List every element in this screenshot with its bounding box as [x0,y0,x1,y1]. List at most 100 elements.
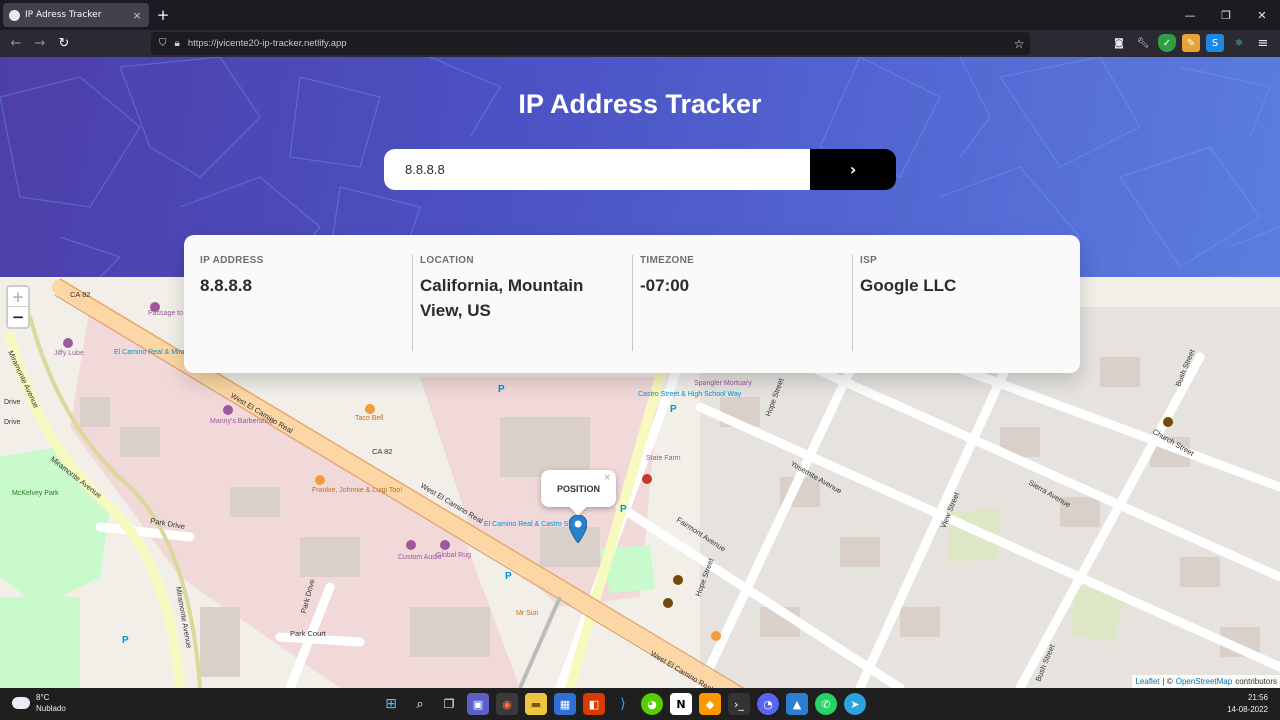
location-value: California, Mountain View, US [420,276,584,320]
shield-icon[interactable]: ⛉ [159,38,167,49]
wrench-icon[interactable]: 🔧︎ [1134,34,1152,52]
map-poi-label: State Farm [646,455,681,462]
url-bar[interactable]: ⛉ 🔒︎ https://jvicente20-ip-tracker.netli… [151,32,1030,55]
whatsapp-icon[interactable]: ✆ [815,693,837,715]
leaflet-link[interactable]: Leaflet [1135,677,1159,686]
svg-text:P: P [670,404,677,415]
map-street-label: Drive [4,399,20,406]
popup-close-icon[interactable]: × [603,473,611,483]
popup-text: POSITION [556,483,600,494]
store-icon[interactable]: ▦ [554,693,576,715]
new-tab-button[interactable]: + [155,6,171,24]
url-text[interactable]: https://jvicente20-ip-tracker.netlify.ap… [188,38,1008,49]
pocket-icon[interactable]: ◙ [1110,34,1128,52]
back-button[interactable]: ← [6,34,26,54]
map-poi-label: Global Rug [436,552,471,559]
map-street-label: Drive [4,419,20,426]
firefox-icon[interactable]: ◉ [496,693,518,715]
map-poi-label: McKelvey Park [12,490,59,497]
isp-section: ISP Google LLC [844,255,1064,373]
zoom-in-button[interactable]: + [8,287,28,307]
osm-link[interactable]: OpenStreetMap [1176,677,1232,686]
isp-value: Google LLC [860,276,957,295]
map-poi-label: Castro Street & High School Way [638,391,742,398]
svg-text:P: P [620,504,627,515]
ip-info-card: IP ADDRESS 8.8.8.8 LOCATION California, … [184,235,1080,373]
browser-nav-bar: ← → ↻ ⛉ 🔒︎ https://jvicente20-ip-tracker… [0,30,1280,57]
attribution-separator: | © [1162,677,1173,686]
windows-start-icon[interactable]: ⊞ [380,693,402,715]
location-label: LOCATION [420,255,474,266]
timezone-value: -07:00 [640,276,690,295]
weather-temp: 8°C [36,693,50,702]
duolingo-icon[interactable]: ◕ [641,693,663,715]
weather-widget[interactable]: 8°C Nublado [12,692,66,714]
svg-text:P: P [122,635,129,646]
ip-address-section: IP ADDRESS 8.8.8.8 [184,255,404,373]
minimize-button[interactable]: — [1172,0,1208,30]
sublime-icon[interactable]: ◆ [699,693,721,715]
map-poi-label: Frankie, Johnnie & Luigi Too! [312,487,402,494]
svg-text:P: P [505,571,512,582]
toolbar-extensions: ◙ 🔧︎ ✓ ✎ S ⚛ ≡ [1110,34,1272,52]
react-icon[interactable]: ⚛ [1230,34,1248,52]
notion-icon[interactable]: N [670,693,692,715]
browser-tab-bar: IP Adress Tracker × + — ❐ ✕ [0,0,1280,30]
close-window-button[interactable]: ✕ [1244,0,1280,30]
clock-time: 21:56 [1247,693,1268,702]
task-view-icon[interactable]: ❐ [438,693,460,715]
telegram-icon[interactable]: ➤ [844,693,866,715]
pencil-icon[interactable]: ✎ [1182,34,1200,52]
lock-icon[interactable]: 🔒︎ [175,38,180,49]
zoom-out-button[interactable]: − [8,307,28,327]
clock-date: 14-08-2022 [1227,705,1268,714]
map-poi-label: El Camino Real & Castro Street [484,521,582,528]
map-poi-label: Manny's Barbershop [210,418,274,425]
map-poi-label: Mr Sun [516,610,539,617]
taskbar-apps: ⊞ ⌕ ❐ ▣ ◉ ▬ ▦ ◧ ⟩ ◕ N ◆ ›_ ◔ ▲ ✆ ➤ [380,693,866,715]
s-extension-icon[interactable]: S [1206,34,1224,52]
photos-icon[interactable]: ▲ [786,693,808,715]
teams-icon[interactable]: ▣ [467,693,489,715]
terminal-icon[interactable]: ›_ [728,693,750,715]
map-poi-label: Taco Bell [355,415,384,422]
browser-tab[interactable]: IP Adress Tracker × [3,3,149,27]
timezone-label: TIMEZONE [640,255,695,266]
page-content: P P P P P West El Camino Real West El Ca… [0,57,1280,688]
tab-title: IP Adress Tracker [25,10,102,20]
ip-address-label: IP ADDRESS [200,255,264,266]
menu-icon[interactable]: ≡ [1254,34,1272,52]
explorer-icon[interactable]: ▬ [525,693,547,715]
map-pin-icon[interactable] [569,515,587,543]
discord-icon[interactable]: ◔ [757,693,779,715]
cloud-icon [12,697,30,709]
map-street-label: CA 82 [372,447,392,456]
map-zoom-control: + − [6,285,30,329]
system-clock[interactable]: 21:56 14-08-2022 [1227,692,1268,716]
tab-close-icon[interactable]: × [131,9,143,22]
map-street-label: Park Court [290,629,327,638]
timezone-section: TIMEZONE -07:00 [624,255,844,373]
reload-button[interactable]: ↻ [54,34,74,54]
forward-button[interactable]: → [30,34,50,54]
isp-label: ISP [860,255,878,266]
search-form: › [384,149,896,190]
windows-taskbar: 8°C Nublado ⊞ ⌕ ❐ ▣ ◉ ▬ ▦ ◧ ⟩ ◕ N ◆ ›_ ◔… [0,688,1280,720]
location-section: LOCATION California, Mountain View, US [404,255,624,373]
globe-icon [9,9,20,21]
ip-search-input[interactable] [384,149,810,190]
page-title: IP Address Tracker [518,89,762,119]
window-controls: — ❐ ✕ [1172,0,1280,30]
shield-icon[interactable]: ✓ [1158,34,1176,52]
attribution-contributors: contributors [1235,677,1277,686]
office-icon[interactable]: ◧ [583,693,605,715]
search-icon[interactable]: ⌕ [409,693,431,715]
bookmark-star-icon[interactable]: ☆ [1008,37,1030,51]
map-street-label: CA 82 [70,290,90,299]
submit-search-button[interactable]: › [810,149,896,190]
restore-button[interactable]: ❐ [1208,0,1244,30]
vscode-icon[interactable]: ⟩ [612,693,634,715]
map-poi-label: Spangler Mortuary [694,380,752,387]
map-popup[interactable]: POSITION × [541,470,616,516]
map-poi-label: Jiffy Lube [54,350,84,357]
